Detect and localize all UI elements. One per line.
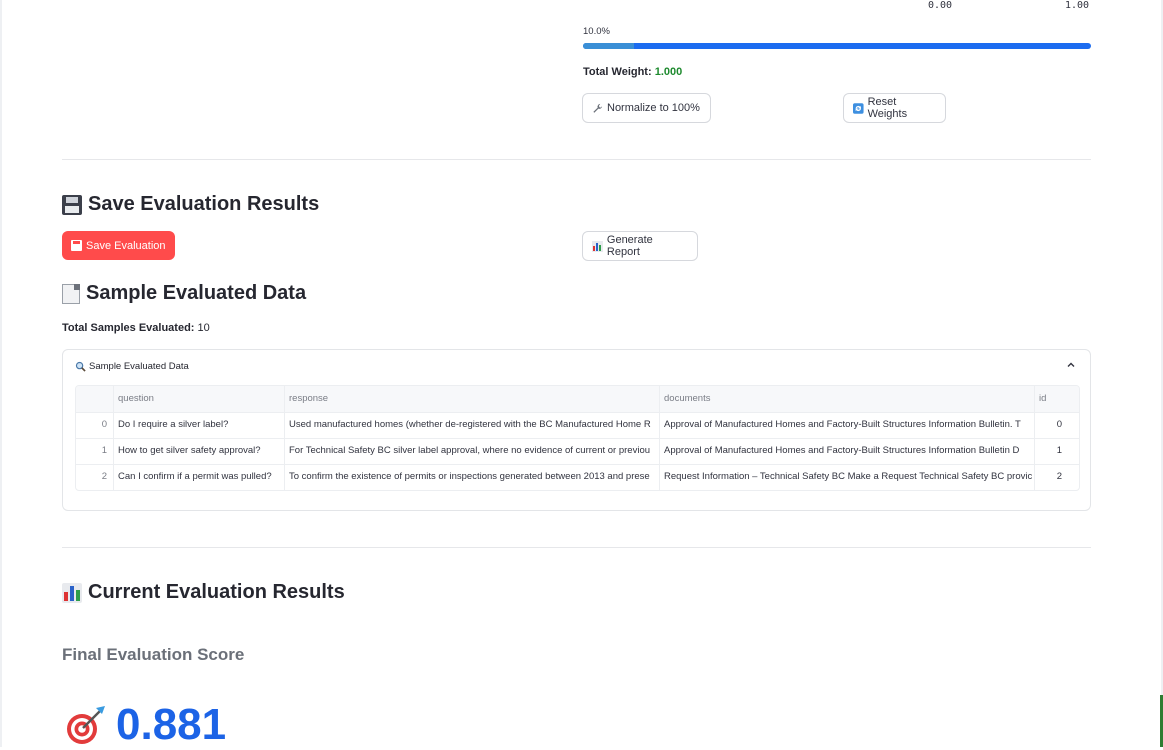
table-row[interactable]: 0 Do I require a silver label? Used manu… (76, 412, 1079, 439)
row-index: 1 (76, 438, 114, 464)
save-results-heading: Save Evaluation Results (62, 193, 319, 216)
section-divider (62, 159, 1091, 160)
question-cell[interactable]: How to get silver safety approval? (114, 438, 285, 464)
row-index: 0 (76, 412, 114, 438)
document-icon (62, 283, 80, 304)
magnifier-icon (75, 361, 86, 372)
bar-chart-icon (62, 582, 82, 603)
response-cell[interactable]: Used manufactured homes (whether de-regi… (285, 412, 660, 438)
table-header: question response documents id (76, 386, 1079, 413)
sample-data-heading: Sample Evaluated Data (62, 282, 306, 305)
total-samples: Total Samples Evaluated: 10 (62, 322, 210, 334)
documents-cell[interactable]: Approval of Manufactured Homes and Facto… (660, 438, 1035, 464)
column-header-index (76, 386, 114, 412)
total-weight: Total Weight: 1.000 (583, 66, 682, 78)
sample-data-expander[interactable]: Sample Evaluated Data question response … (62, 349, 1091, 511)
question-cell[interactable]: Do I require a silver label? (114, 412, 285, 438)
save-evaluation-button[interactable]: Save Evaluation (62, 231, 175, 260)
section-divider (62, 547, 1091, 548)
generate-report-button[interactable]: Generate Report (582, 231, 698, 261)
chevron-up-icon[interactable] (1066, 360, 1076, 370)
generate-report-label: Generate Report (606, 234, 653, 258)
floppy-disk-icon (71, 240, 82, 251)
final-score: 0.881 (62, 700, 226, 750)
wrench-icon (593, 103, 603, 113)
row-index: 2 (76, 464, 114, 490)
table-row[interactable]: 1 How to get silver safety approval? For… (76, 438, 1079, 465)
sample-data-title: Sample Evaluated Data (86, 282, 307, 304)
id-cell[interactable]: 0 (1035, 412, 1068, 438)
total-weight-value: 1.000 (654, 66, 683, 78)
save-evaluation-label: Save Evaluation (86, 239, 166, 252)
expander-header[interactable]: Sample Evaluated Data (75, 361, 189, 372)
total-samples-value: 10 (197, 322, 210, 334)
column-header-response[interactable]: response (285, 386, 660, 412)
floppy-disk-icon (62, 194, 82, 215)
column-header-question[interactable]: question (114, 386, 285, 412)
slider-value-label: 10.0% (583, 26, 610, 37)
table-row[interactable]: 2 Can I confirm if a permit was pulled? … (76, 464, 1079, 490)
left-edge (0, 0, 2, 747)
documents-cell[interactable]: Approval of Manufactured Homes and Facto… (660, 412, 1035, 438)
expander-label: Sample Evaluated Data (89, 361, 189, 372)
column-header-documents[interactable]: documents (660, 386, 1035, 412)
normalize-button-label: Normalize to 100% (607, 102, 700, 114)
response-cell[interactable]: For Technical Safety BC silver label app… (285, 438, 660, 464)
normalize-button[interactable]: Normalize to 100% (582, 93, 711, 123)
target-icon (67, 706, 105, 744)
current-results-title: Current Evaluation Results (88, 581, 345, 603)
bar-chart-icon (592, 240, 603, 252)
total-samples-label: Total Samples Evaluated: (62, 322, 195, 334)
slider-max-label: 1.00 (1065, 0, 1090, 11)
save-results-title: Save Evaluation Results (88, 193, 320, 215)
sample-data-table[interactable]: question response documents id 0 Do I re… (75, 385, 1080, 491)
documents-cell[interactable]: Request Information – Technical Safety B… (660, 464, 1035, 490)
refresh-icon (853, 102, 864, 114)
slider-fill (583, 43, 634, 49)
reset-weights-button[interactable]: Reset Weights (843, 93, 946, 123)
current-results-heading: Current Evaluation Results (62, 581, 345, 604)
id-cell[interactable]: 1 (1035, 438, 1068, 464)
slider-min-label: 0.00 (928, 0, 953, 11)
reset-weights-label: Reset Weights (867, 96, 908, 120)
response-cell[interactable]: To confirm the existence of permits or i… (285, 464, 660, 490)
id-cell[interactable]: 2 (1035, 464, 1068, 490)
final-score-label: Final Evaluation Score (62, 645, 245, 664)
total-weight-label: Total Weight: (583, 66, 652, 78)
weight-slider[interactable] (583, 43, 1091, 49)
column-header-id[interactable]: id (1035, 386, 1068, 412)
question-cell[interactable]: Can I confirm if a permit was pulled? (114, 464, 285, 490)
final-score-value: 0.881 (116, 700, 227, 749)
